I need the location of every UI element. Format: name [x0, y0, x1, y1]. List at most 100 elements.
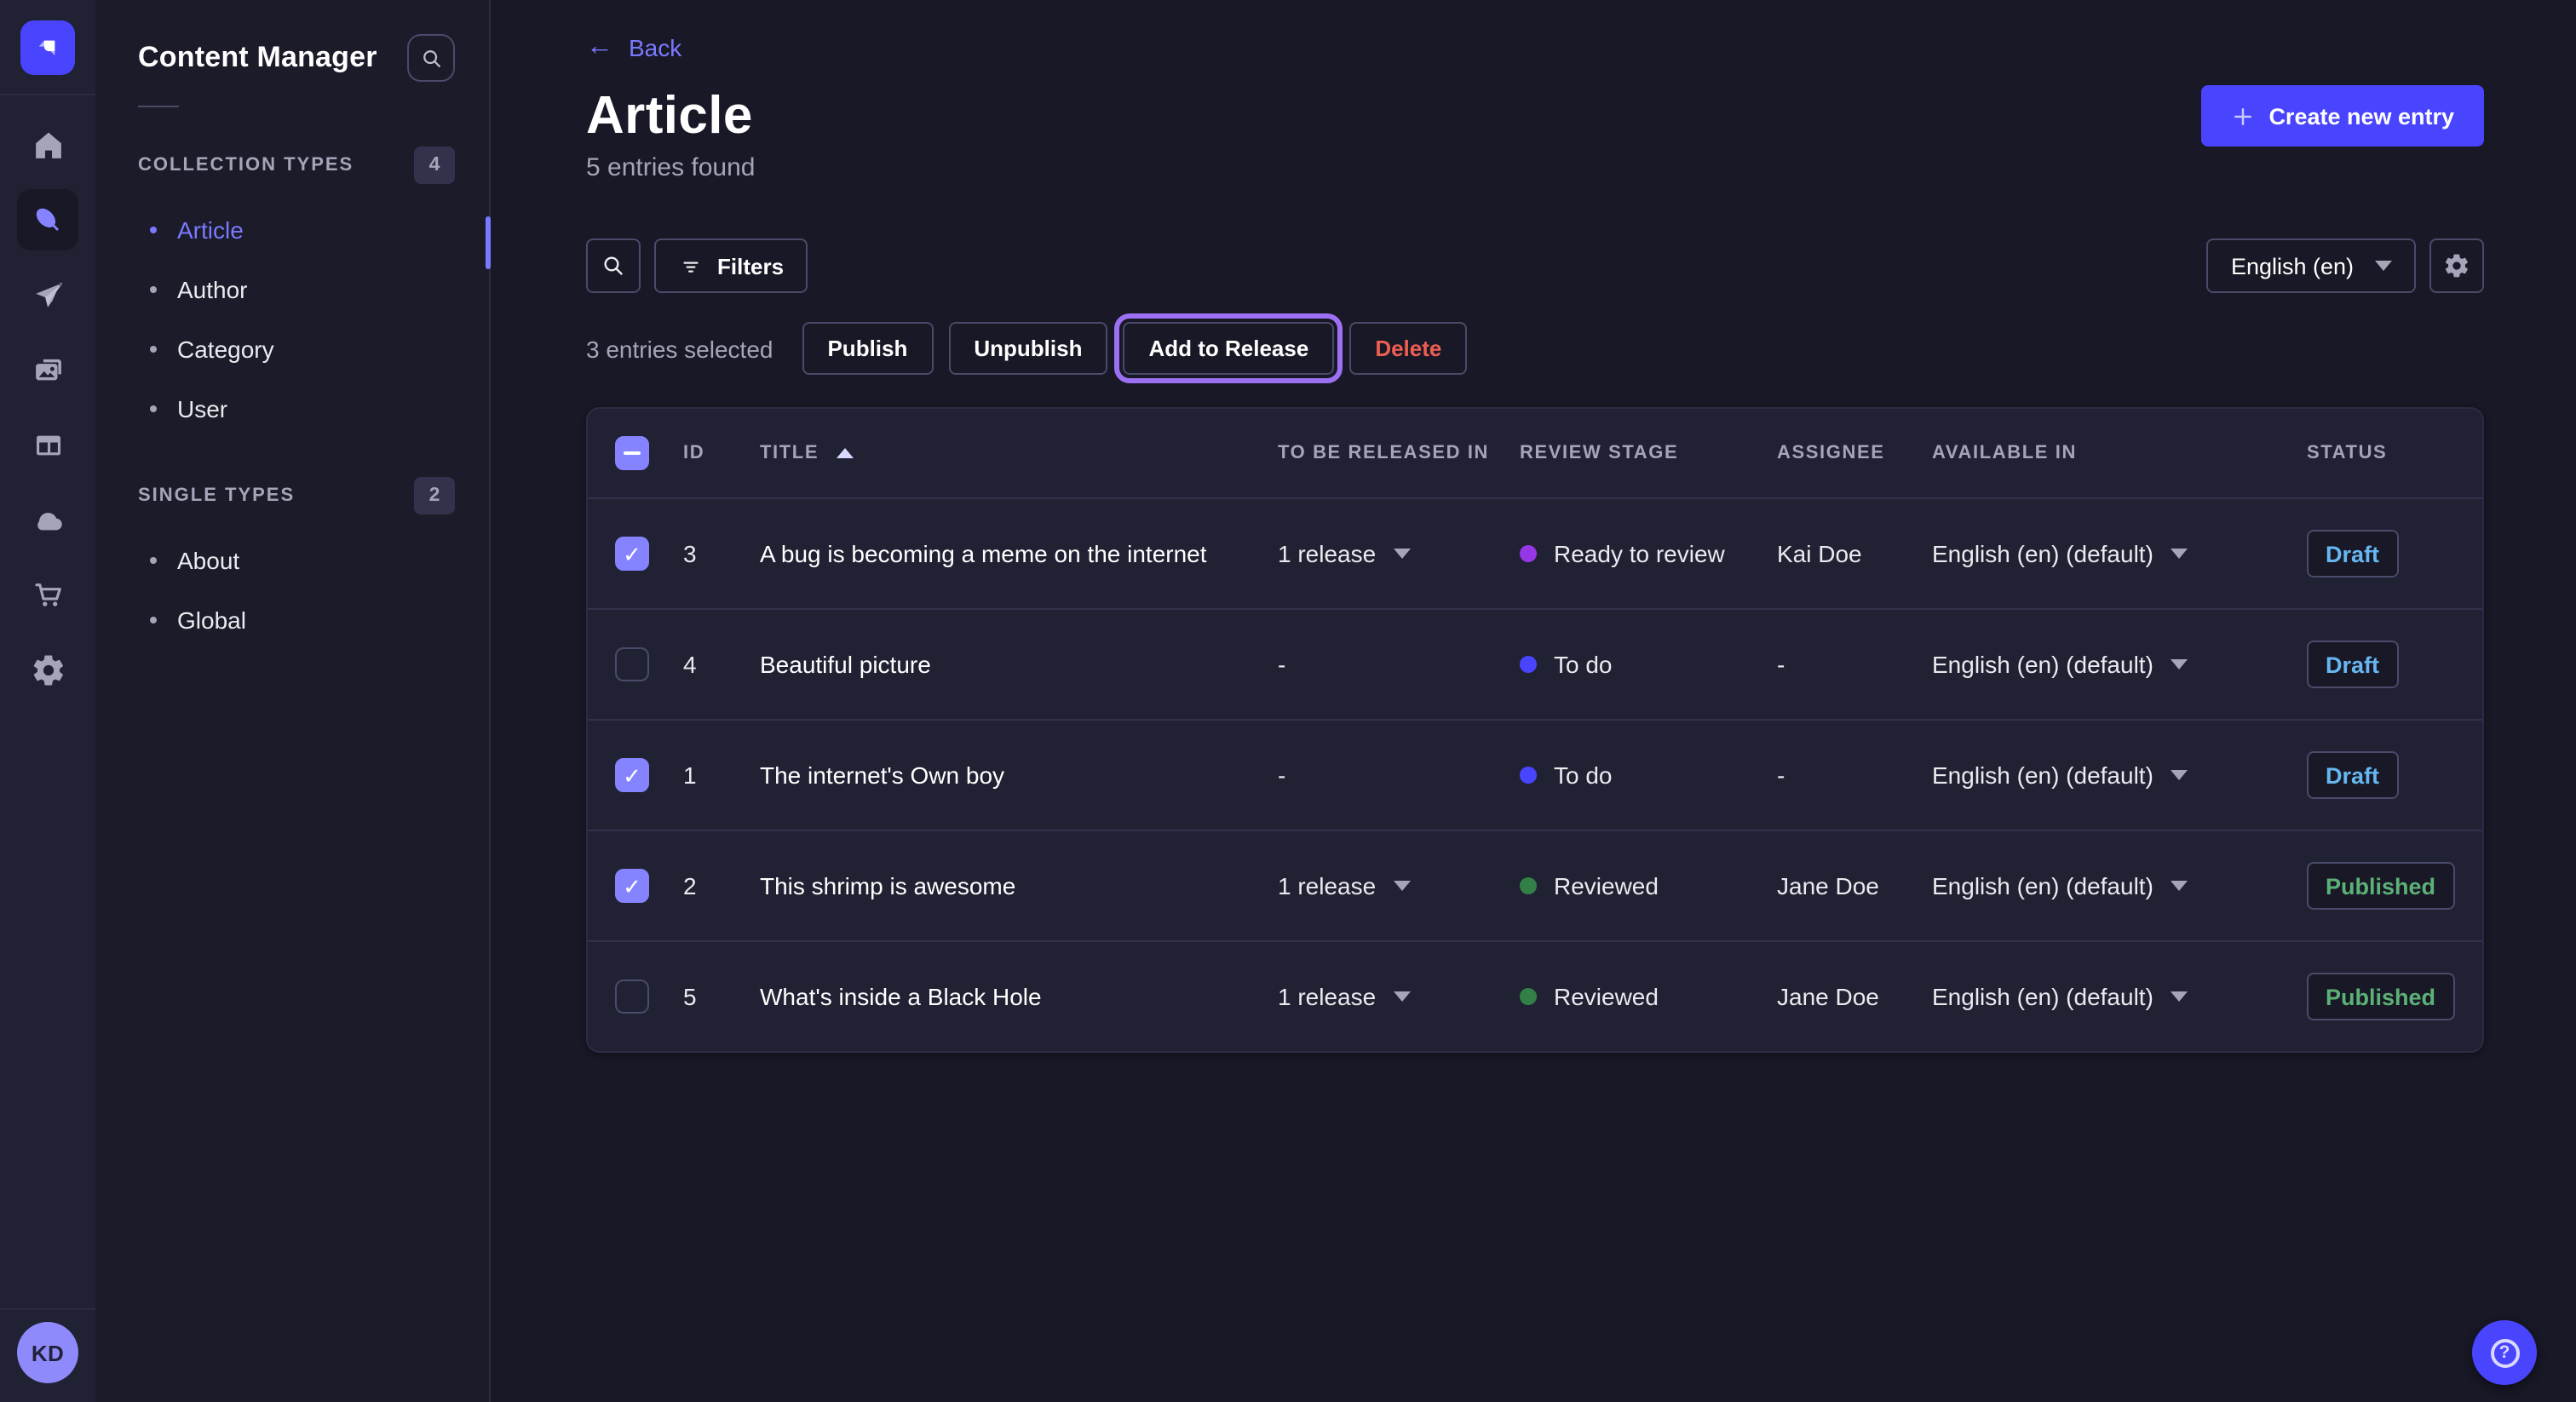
table-row[interactable]: 4 Beautiful picture - To do - English (e… — [588, 608, 2481, 719]
row-assignee: Jane Doe — [1777, 872, 1932, 899]
sidebar-item-category[interactable]: Category — [138, 319, 455, 378]
selected-entries-text: 3 entries selected — [586, 335, 773, 362]
row-checkbox[interactable]: ✓ — [615, 758, 649, 792]
sidebar-item-article[interactable]: Article — [138, 199, 455, 259]
sidebar-search-button[interactable] — [407, 34, 455, 82]
column-header-id[interactable]: ID — [683, 443, 760, 463]
row-id: 1 — [683, 761, 760, 789]
nav-item-releases[interactable] — [17, 264, 78, 325]
sidebar-title: Content Manager — [138, 41, 377, 75]
sidebar-divider — [138, 106, 179, 107]
bullet-icon — [150, 405, 157, 411]
chevron-down-icon — [1393, 881, 1410, 891]
table-row[interactable]: ✓ 3 A bug is becoming a meme on the inte… — [588, 497, 2481, 608]
row-id: 5 — [683, 983, 760, 1010]
single-types-section: SINGLE TYPES 2 About Global — [138, 475, 455, 649]
rail-divider — [0, 94, 95, 95]
nav-item-settings[interactable] — [17, 639, 78, 700]
row-stage: Reviewed — [1554, 983, 1659, 1010]
search-button[interactable] — [586, 238, 641, 293]
row-assignee: - — [1777, 761, 1932, 789]
row-locale-control[interactable]: English (en) (default) — [1932, 872, 2188, 899]
collection-types-count-badge: 4 — [414, 147, 455, 184]
row-id: 2 — [683, 872, 760, 899]
nav-item-media-library[interactable] — [17, 339, 78, 400]
row-assignee: Kai Doe — [1777, 540, 1932, 567]
row-locale-control[interactable]: English (en) (default) — [1932, 651, 2188, 678]
paper-plane-icon — [30, 277, 66, 313]
filters-button[interactable]: Filters — [654, 238, 808, 293]
strapi-logo[interactable] — [20, 20, 75, 75]
row-checkbox[interactable]: ✓ — [615, 537, 649, 571]
row-locale-control[interactable]: English (en) (default) — [1932, 540, 2188, 567]
row-release-control[interactable]: 1 release — [1278, 872, 1410, 899]
row-locale-control[interactable]: English (en) (default) — [1932, 983, 2188, 1010]
home-icon — [30, 127, 66, 163]
collection-types-section: COLLECTION TYPES 4 Article Author Catego… — [138, 145, 455, 438]
add-to-release-button[interactable]: Add to Release — [1123, 322, 1334, 375]
nav-item-marketplace[interactable] — [17, 564, 78, 625]
create-new-entry-button[interactable]: Create new entry — [2200, 85, 2483, 147]
status-badge: Draft — [2307, 530, 2398, 577]
column-header-release[interactable]: TO BE RELEASED IN — [1278, 443, 1520, 463]
column-header-stage[interactable]: REVIEW STAGE — [1520, 443, 1777, 463]
row-release-control: - — [1278, 761, 1285, 789]
select-all-checkbox[interactable] — [615, 436, 649, 470]
user-avatar[interactable]: KD — [17, 1322, 78, 1383]
table-row[interactable]: ✓ 2 This shrimp is awesome 1 release Rev… — [588, 830, 2481, 940]
bullet-icon — [150, 226, 157, 233]
row-release-control[interactable]: 1 release — [1278, 540, 1410, 567]
column-header-available[interactable]: AVAILABLE IN — [1932, 443, 2307, 463]
sidebar-item-label: Author — [177, 275, 248, 302]
row-title: This shrimp is awesome — [760, 872, 1278, 899]
row-title: A bug is becoming a meme on the internet — [760, 540, 1278, 567]
row-checkbox[interactable]: ✓ — [615, 869, 649, 903]
sidebar-item-about[interactable]: About — [138, 530, 455, 589]
row-release-control[interactable]: 1 release — [1278, 983, 1410, 1010]
status-badge: Published — [2307, 973, 2454, 1020]
row-assignee: Jane Doe — [1777, 983, 1932, 1010]
nav-item-content-type-builder[interactable] — [17, 414, 78, 475]
main-nav-rail: KD — [0, 0, 95, 1402]
row-locale-control[interactable]: English (en) (default) — [1932, 761, 2188, 789]
column-header-title[interactable]: TITLE — [760, 443, 1278, 463]
back-link[interactable]: ← Back — [586, 34, 681, 61]
cart-icon — [30, 577, 66, 612]
nav-item-deploy[interactable] — [17, 489, 78, 550]
status-badge: Draft — [2307, 641, 2398, 688]
search-icon — [600, 252, 627, 279]
locale-select[interactable]: English (en) — [2207, 238, 2415, 293]
sidebar-item-user[interactable]: User — [138, 378, 455, 438]
check-icon: ✓ — [623, 764, 641, 786]
sidebar-item-global[interactable]: Global — [138, 589, 455, 649]
bullet-icon — [150, 285, 157, 292]
cloud-icon — [30, 502, 66, 537]
gear-icon — [2442, 252, 2470, 279]
media-library-icon — [30, 352, 66, 388]
sidebar-item-author[interactable]: Author — [138, 259, 455, 319]
column-header-status[interactable]: STATUS — [2307, 443, 2454, 463]
row-checkbox[interactable] — [615, 647, 649, 681]
row-stage: To do — [1554, 651, 1613, 678]
row-checkbox[interactable] — [615, 980, 649, 1014]
bullet-icon — [150, 345, 157, 352]
check-icon: ✓ — [623, 543, 641, 565]
help-button[interactable]: ? — [2472, 1320, 2537, 1385]
nav-item-content-manager[interactable] — [17, 189, 78, 250]
nav-item-home[interactable] — [17, 114, 78, 175]
indeterminate-dash-icon — [624, 451, 641, 455]
column-header-assignee[interactable]: ASSIGNEE — [1777, 443, 1932, 463]
row-title: What's inside a Black Hole — [760, 983, 1278, 1010]
rail-footer: KD — [0, 1308, 95, 1402]
table-row[interactable]: 5 What's inside a Black Hole 1 release R… — [588, 940, 2481, 1051]
unpublish-button[interactable]: Unpublish — [948, 322, 1107, 375]
chevron-down-icon — [1393, 991, 1410, 1002]
sidebar-item-label: Global — [177, 606, 246, 633]
delete-button[interactable]: Delete — [1349, 322, 1467, 375]
row-id: 3 — [683, 540, 760, 567]
publish-button[interactable]: Publish — [802, 322, 933, 375]
app-screen: KD Content Manager COLLECTION TYPES 4 — [0, 0, 2576, 1402]
table-row[interactable]: ✓ 1 The internet's Own boy - To do - Eng… — [588, 719, 2481, 830]
view-settings-button[interactable] — [2429, 238, 2483, 293]
plus-icon — [2229, 103, 2255, 129]
